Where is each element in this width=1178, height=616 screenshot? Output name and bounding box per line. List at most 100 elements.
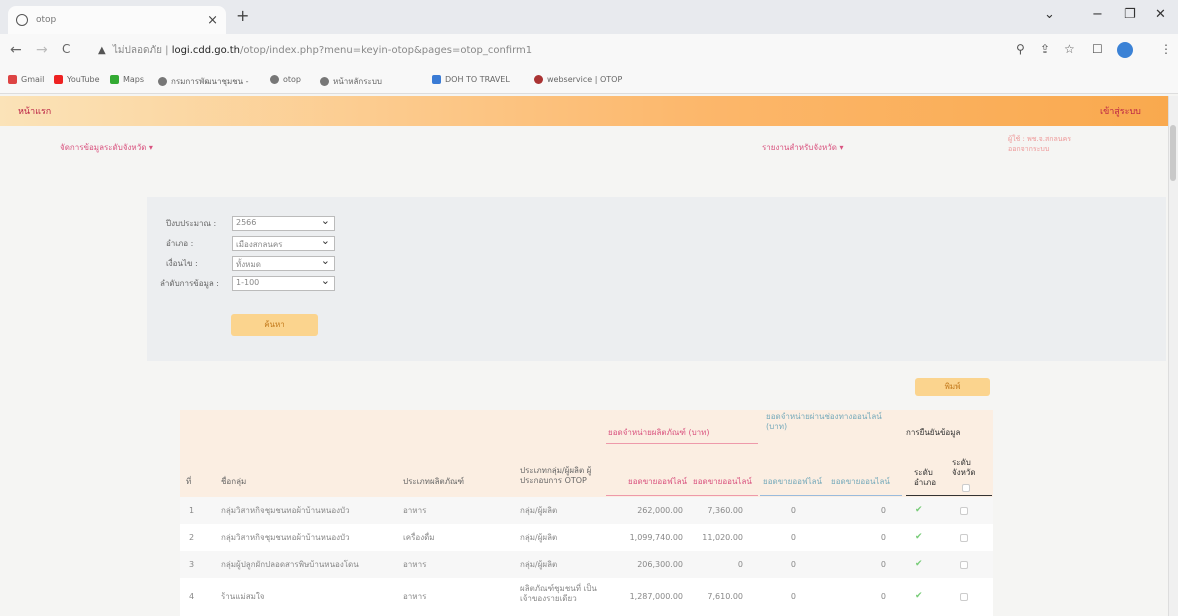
row-entrepreneur: กลุ่ม/ผู้ผลิต [520, 560, 558, 569]
minimize-button[interactable]: − [1092, 7, 1103, 22]
login-link[interactable]: เข้าสู่ระบบ [1100, 104, 1141, 118]
nav-reports-province[interactable]: รายงานสำหรับจังหวัด ▾ [762, 141, 843, 154]
check-icon: ✔ [915, 559, 923, 569]
row-type: อาหาร [403, 560, 427, 569]
divider [906, 495, 992, 496]
maps-icon [110, 75, 119, 84]
print-button[interactable]: พิมพ์ [915, 378, 990, 396]
header-online-group: ยอดจำหน่ายผ่านช่องทางออนไลน์ (บาท) [766, 412, 882, 431]
table-row: 2 กลุ่มวิสาหกิจชุมชนทอผ้าบ้านหนองบัว เคร… [180, 524, 993, 551]
header-entrepreneur: ประเภทกลุ่ม/ผู้ผลิต ผู้ประกอบการ OTOP [520, 466, 592, 485]
row-exp-online: 0 [880, 592, 886, 601]
table-row: 4 ร้านแม่สมใจ อาหาร ผลิตภัณฑ์ชุมชนที่ เป… [180, 578, 993, 616]
row-entrepreneur: กลุ่ม/ผู้ผลิต [520, 533, 558, 542]
back-button[interactable]: ← [10, 42, 22, 58]
table-row: 3 กลุ่มผู้ปลูกผักปลอดสารพิษบ้านหนองโดน อ… [180, 551, 993, 578]
profile-avatar[interactable] [1117, 42, 1133, 58]
bookmark-webservice[interactable]: webservice | OTOP [534, 75, 622, 84]
filter-condition: เงื่อนไข : ทั้งหมด [166, 254, 335, 271]
menu-icon[interactable]: ⋮ [1160, 42, 1172, 56]
range-select[interactable]: 1-100 [232, 274, 335, 291]
share-icon[interactable]: ⇪ [1040, 42, 1050, 56]
restore-button[interactable]: ❐ [1124, 7, 1136, 22]
province-confirm-checkbox[interactable] [960, 561, 968, 569]
filter-range: ลำดับการข้อมูล : 1-100 [160, 274, 335, 291]
header-income-offline: ยอดขายออฟไลน์ [628, 477, 688, 486]
divider [760, 495, 902, 496]
bookmark-cdd[interactable]: กรมการพัฒนาชุมชน - [158, 75, 249, 88]
gmail-icon [8, 75, 17, 84]
row-income-online: 7,360.00 [707, 506, 743, 515]
province-confirm-checkbox[interactable] [960, 507, 968, 515]
url-field[interactable]: ▲ ไม่ปลอดภัย | logi.cdd.go.th/otop/index… [98, 43, 532, 58]
table-row: 1 กลุ่มวิสาหกิจชุมชนทอผ้าบ้านหนองบัว อาห… [180, 497, 993, 524]
tab-menu-icon[interactable]: ⌄ [1044, 7, 1055, 22]
url-path: /otop/index.php?menu=keyin-otop&pages=ot… [240, 45, 533, 56]
header-province: ระดับ จังหวัด [952, 458, 976, 477]
row-income-offline: 262,000.00 [637, 506, 683, 515]
bookmark-otop[interactable]: otop [270, 75, 301, 84]
header-income-group: ยอดจำหน่ายผลิตภัณฑ์ (บาท) [608, 428, 710, 437]
bookmark-home[interactable]: หน้าหลักระบบ [320, 75, 382, 88]
row-name: ร้านแม่สมใจ [221, 592, 265, 601]
select-all-checkbox[interactable] [962, 484, 970, 492]
row-income-online: 7,610.00 [707, 592, 743, 601]
sidepanel-icon[interactable]: ☐ [1092, 42, 1103, 56]
filter-label: ปีงบประมาณ : [166, 219, 217, 228]
new-tab-button[interactable]: + [236, 6, 249, 25]
province-confirm-checkbox[interactable] [960, 534, 968, 542]
bookmark-star-icon[interactable]: ☆ [1064, 42, 1075, 56]
condition-select[interactable]: ทั้งหมด [232, 254, 335, 271]
row-entrepreneur: ผลิตภัณฑ์ชุมชนที่ เป็นเจ้าของรายเดียว [520, 584, 597, 603]
bookmark-doh[interactable]: DOH TO TRAVEL [432, 75, 510, 84]
globe-icon [158, 77, 167, 86]
row-name: กลุ่มวิสาหกิจชุมชนทอผ้าบ้านหนองบัว [221, 506, 350, 515]
header-name: ชื่อกลุ่ม [221, 477, 247, 486]
row-name: กลุ่มวิสาหกิจชุมชนทอผ้าบ้านหนองบัว [221, 533, 350, 542]
not-secure-label: ไม่ปลอดภัย | [112, 45, 169, 56]
globe-icon [270, 75, 279, 84]
row-no: 1 [189, 506, 195, 515]
home-link[interactable]: หน้าแรก [18, 104, 51, 118]
divider [606, 443, 758, 444]
filter-label: เงื่อนไข : [166, 259, 198, 268]
row-type: อาหาร [403, 592, 427, 601]
province-confirm-checkbox[interactable] [960, 593, 968, 601]
logout-link[interactable]: ออกจากระบบ [1008, 144, 1071, 154]
url-host: logi.cdd.go.th [171, 45, 240, 56]
tab-title: otop [36, 15, 57, 25]
site-icon [534, 75, 543, 84]
row-exp-online: 0 [880, 506, 886, 515]
nav-manage-province[interactable]: จัดการข้อมูลระดับจังหวัด ▾ [60, 141, 153, 154]
reload-button[interactable]: C [62, 42, 70, 56]
search-button[interactable]: ค้นหา [231, 314, 318, 336]
globe-icon [320, 77, 329, 86]
header-confirm-group: การยืนยันข้อมูล [906, 428, 961, 437]
header-income-online: ยอดขายออนไลน์ [693, 477, 752, 486]
globe-icon [16, 14, 28, 26]
amphoe-select[interactable]: เมืองสกลนคร [232, 234, 335, 251]
bookmark-gmail[interactable]: Gmail [8, 75, 44, 84]
scrollbar-thumb[interactable] [1170, 125, 1176, 181]
header-exp-offline: ยอดขายออฟไลน์ [763, 477, 823, 486]
close-window-button[interactable]: ✕ [1155, 7, 1166, 22]
tab-close-icon[interactable]: × [207, 13, 218, 28]
bookmark-maps[interactable]: Maps [110, 75, 144, 84]
bookmark-youtube[interactable]: YouTube [54, 75, 100, 84]
zoom-icon[interactable]: ⚲ [1016, 42, 1025, 56]
filter-amphoe: อำเภอ : เมืองสกลนคร [166, 234, 335, 251]
browser-tab[interactable]: otop × [8, 6, 226, 34]
row-exp-offline: 0 [790, 506, 796, 515]
check-icon: ✔ [915, 591, 923, 601]
row-exp-online: 0 [880, 560, 886, 569]
check-icon: ✔ [915, 532, 923, 542]
row-income-online: 11,020.00 [702, 533, 743, 542]
year-select[interactable]: 2566 [232, 214, 335, 231]
filter-label: ลำดับการข้อมูล : [160, 279, 219, 288]
row-income-offline: 206,300.00 [637, 560, 683, 569]
row-income-online: 0 [737, 560, 743, 569]
page-header-bar [0, 96, 1168, 126]
row-exp-offline: 0 [790, 533, 796, 542]
warning-icon[interactable]: ▲ [98, 45, 106, 56]
forward-button[interactable]: → [36, 42, 48, 58]
